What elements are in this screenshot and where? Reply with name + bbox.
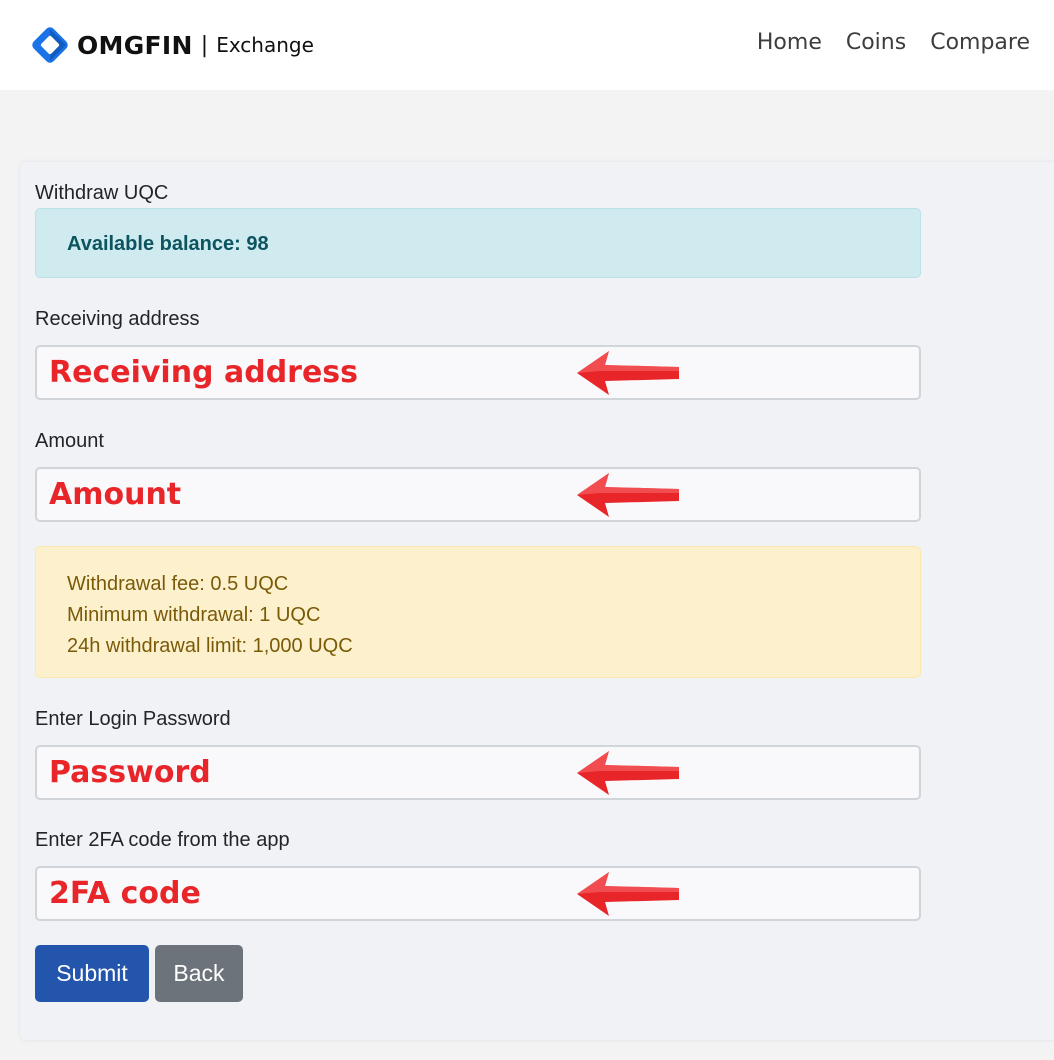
submit-button[interactable]: Submit: [35, 945, 149, 1002]
nav-coins[interactable]: Coins: [846, 30, 906, 55]
brand-name: OMGFIN: [77, 30, 193, 60]
main-nav: Home Coins Compare: [757, 30, 1030, 55]
balance-alert: Available balance: 98: [35, 208, 921, 278]
amount-label: Amount: [35, 430, 104, 452]
fee-alert: Withdrawal fee: 0.5 UQC Minimum withdraw…: [35, 546, 921, 678]
address-input[interactable]: [37, 347, 919, 398]
password-input[interactable]: [37, 747, 919, 798]
back-button[interactable]: Back: [155, 945, 243, 1002]
form-title: Withdraw UQC: [35, 182, 169, 204]
amount-input[interactable]: [37, 469, 919, 520]
limit-line: 24h withdrawal limit: 1,000 UQC: [67, 635, 353, 657]
min-withdrawal-line: Minimum withdrawal: 1 UQC: [67, 604, 321, 626]
nav-home[interactable]: Home: [757, 30, 822, 55]
brand-subtitle: Exchange: [216, 33, 314, 57]
twofa-label: Enter 2FA code from the app: [35, 829, 290, 851]
fee-line: Withdrawal fee: 0.5 UQC: [67, 573, 289, 595]
amount-field: [35, 467, 921, 522]
twofa-field: [35, 866, 921, 921]
password-label: Enter Login Password: [35, 708, 231, 730]
top-navbar: OMGFIN | Exchange Home Coins Compare: [0, 0, 1054, 90]
address-field: [35, 345, 921, 400]
password-field: [35, 745, 921, 800]
brand[interactable]: OMGFIN | Exchange: [30, 24, 314, 66]
nav-compare[interactable]: Compare: [930, 30, 1030, 55]
omgfin-logo-icon: [32, 27, 68, 63]
address-label: Receiving address: [35, 308, 200, 330]
brand-separator: |: [200, 32, 209, 58]
twofa-input[interactable]: [37, 868, 919, 919]
